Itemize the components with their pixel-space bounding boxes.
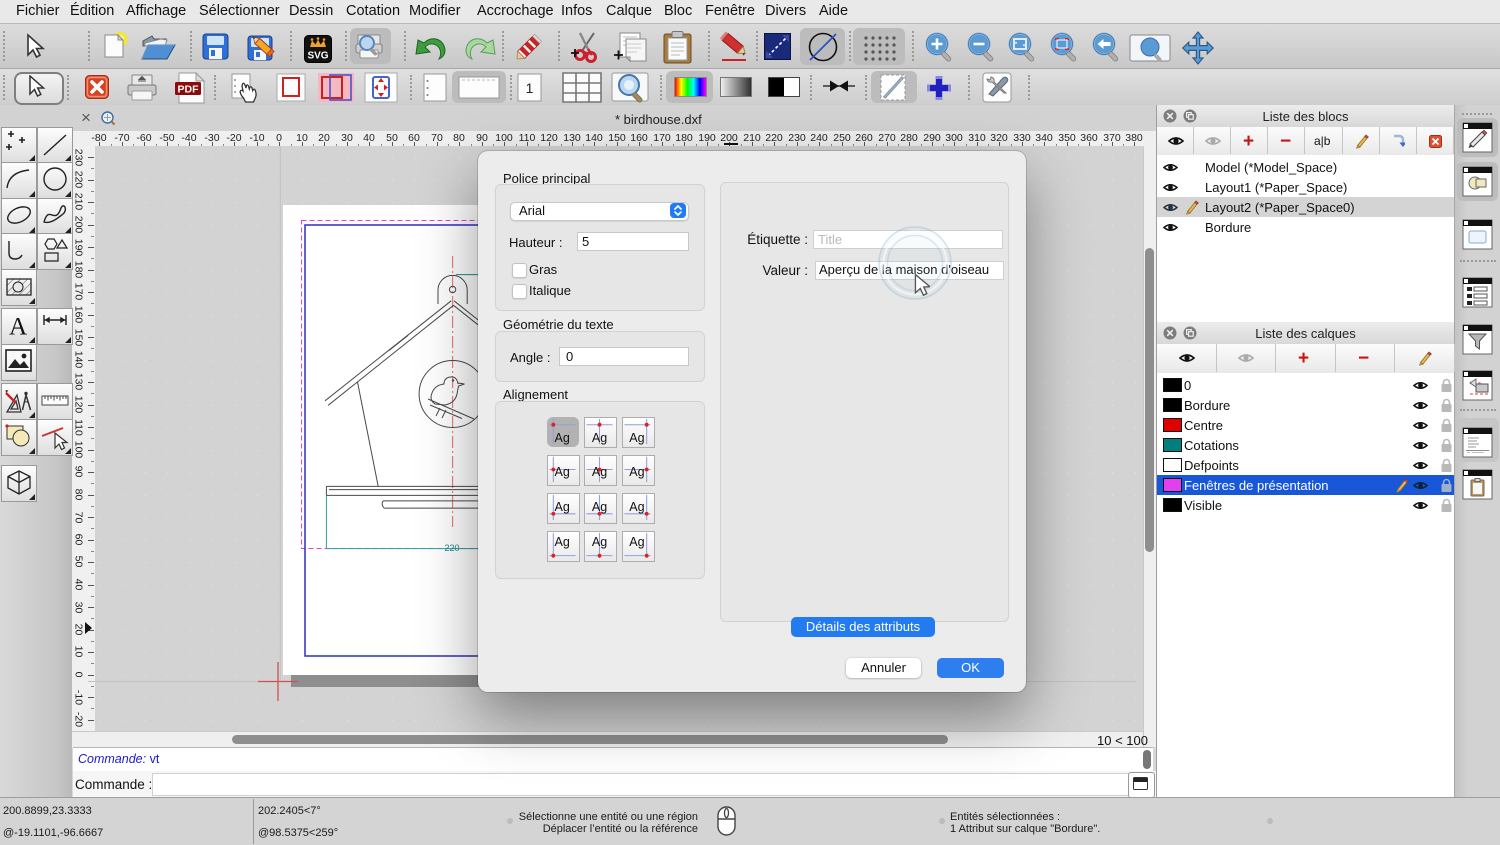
svg-text:A: A <box>9 313 27 340</box>
svg-text:1: 1 <box>526 80 534 96</box>
svg-text:PDF: PDF <box>178 84 200 96</box>
svg-text:SVG: SVG <box>307 51 328 62</box>
svg-text:220: 220 <box>444 543 459 553</box>
